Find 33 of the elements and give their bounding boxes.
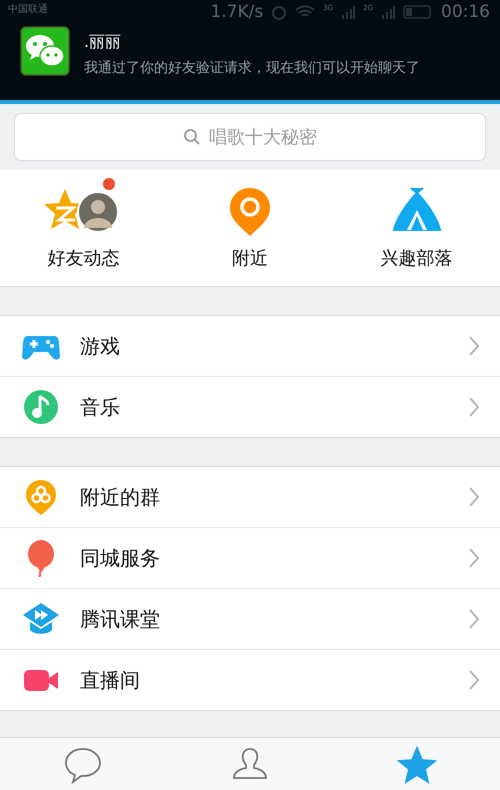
location-pin-icon [228, 186, 272, 238]
chevron-right-icon [468, 669, 480, 691]
menu-item-label[interactable]: 同城服务 [80, 544, 448, 572]
chevron-right-icon [468, 335, 480, 357]
chat-app-icon [20, 26, 70, 76]
star-icon[interactable] [396, 746, 437, 786]
network-speed: 1.7K/s [210, 2, 264, 22]
music-note-icon [22, 388, 60, 426]
menu-item-label[interactable]: 腾讯课堂 [80, 606, 448, 632]
shortcut-item[interactable]: 附近 [166, 170, 334, 286]
notification-message: 我通过了你的好友验证请求，现在我们可以开始聊天了 [84, 59, 420, 77]
signal-icon [341, 5, 356, 19]
shortcut-label: 兴趣部落 [380, 247, 453, 270]
menu-item-label[interactable]: 音乐 [80, 394, 448, 420]
search-placeholder: 唱歌十大秘密 [209, 126, 317, 149]
signal-icon [381, 5, 395, 19]
chevron-right-icon [468, 396, 480, 418]
menu-item-label[interactable]: 游戏 [80, 332, 448, 360]
chat-bubble-icon[interactable] [63, 746, 104, 786]
search-icon [183, 128, 201, 146]
shortcut-item[interactable]: 好友动态 [0, 170, 167, 286]
chevron-right-icon [468, 486, 480, 508]
notification-title: .丽丽 [84, 32, 122, 53]
shortcut-label: 附近 [232, 247, 268, 270]
carrier-name: 中国联通 [8, 2, 48, 16]
shortcut-item[interactable]: 兴趣部落 [333, 170, 500, 286]
battery-icon [403, 5, 433, 19]
shortcut-label: 好友动态 [47, 247, 120, 270]
menu-item-label[interactable]: 附近的群 [80, 484, 448, 510]
chevron-right-icon [468, 547, 480, 569]
menu-item-label[interactable]: 直播间 [80, 666, 448, 694]
chevron-right-icon [468, 608, 480, 630]
clock-time: 00:16 [441, 2, 490, 22]
